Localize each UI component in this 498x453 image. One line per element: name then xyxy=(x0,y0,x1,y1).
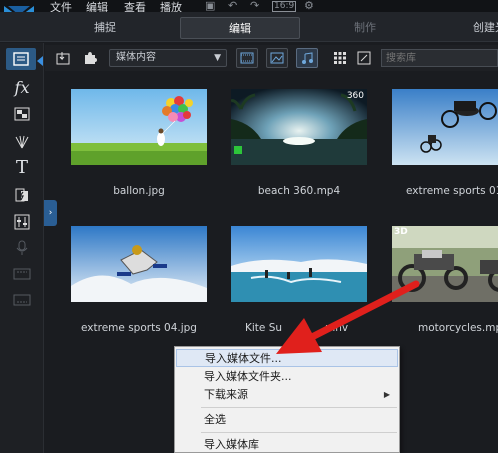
tab-produce[interactable]: 制作 xyxy=(325,17,405,39)
save-icon[interactable]: ▣ xyxy=(205,0,215,12)
library-context-menu: 导入媒体文件... 导入媒体文件夹... 下载来源 ▶ 全选 导入媒体库 xyxy=(174,346,400,453)
menu-bar: 文件 编辑 查看 播放 ▣ ↶ ↷ 16:9 ⚙ xyxy=(0,0,498,14)
pip-room-icon[interactable] xyxy=(8,103,36,125)
library-search-input[interactable] xyxy=(381,49,498,67)
submenu-arrow-icon: ▶ xyxy=(383,390,390,399)
particle-room-icon[interactable] xyxy=(8,131,36,153)
media-thumb-beach-360[interactable]: 360 xyxy=(231,89,367,165)
undo-icon[interactable]: ↶ xyxy=(228,0,237,12)
tab-capture[interactable]: 捕捉 xyxy=(60,17,150,39)
badge-360: 360 xyxy=(346,91,364,101)
media-label: motorcycles.mpo xyxy=(418,322,498,334)
chevron-down-icon: ▼ xyxy=(214,53,221,63)
menu-item-select-all[interactable]: 全选 xyxy=(176,411,398,429)
fx-room-icon[interactable]: fx xyxy=(8,76,36,98)
title-room-icon[interactable]: T xyxy=(8,156,36,178)
media-label: ballon.jpg xyxy=(113,185,165,197)
expand-panel-chevron-icon[interactable]: › xyxy=(44,200,57,226)
media-label: Kite Su xyxy=(245,322,283,334)
media-thumb-extreme-sports-01[interactable] xyxy=(392,89,498,165)
media-label: mnv xyxy=(325,322,349,334)
redo-icon[interactable]: ↷ xyxy=(250,0,259,12)
menu-separator xyxy=(201,407,397,408)
grid-view-icon[interactable] xyxy=(329,48,351,68)
menu-separator xyxy=(201,432,397,433)
aspect-ratio-button[interactable]: 16:9 xyxy=(272,1,297,12)
media-thumb-kite-surfing[interactable] xyxy=(231,226,367,302)
image-filter-button[interactable] xyxy=(266,48,288,68)
media-thumb-balloon[interactable] xyxy=(71,89,207,165)
media-thumb-extreme-sports-04[interactable] xyxy=(71,226,207,302)
subtitle-room-icon[interactable] xyxy=(8,289,36,311)
media-label: extreme sports 04.jpg xyxy=(81,322,197,334)
chapter-room-icon[interactable] xyxy=(8,263,36,285)
library-toolbar: 媒体内容 ▼ xyxy=(45,45,498,71)
media-thumb-motorcycles[interactable]: 3D xyxy=(392,226,498,302)
active-room-indicator xyxy=(37,56,43,66)
media-collection-dropdown[interactable]: 媒体内容 ▼ xyxy=(109,49,227,67)
audio-filter-button[interactable] xyxy=(296,48,318,68)
mode-tabs: 捕捉 编辑 制作 创建光 xyxy=(0,12,498,42)
menu-item-download-from-label: 下载来源 xyxy=(204,388,248,401)
menu-item-import-media-library[interactable]: 导入媒体库 xyxy=(176,436,398,453)
audio-mixing-room-icon[interactable] xyxy=(8,211,36,233)
media-collection-value: 媒体内容 xyxy=(116,52,156,63)
transition-room-icon[interactable] xyxy=(8,184,36,206)
room-rail: fx T xyxy=(0,43,44,453)
media-label: beach 360.mp4 xyxy=(257,185,341,197)
menu-item-import-media-folder[interactable]: 导入媒体文件夹... xyxy=(176,368,398,386)
plugin-puzzle-icon[interactable] xyxy=(79,48,101,68)
voice-over-microphone-icon[interactable] xyxy=(8,237,36,259)
settings-gear-icon[interactable]: ⚙ xyxy=(304,0,314,12)
media-room-icon[interactable] xyxy=(6,48,36,70)
video-filter-button[interactable] xyxy=(236,48,258,68)
tab-edit[interactable]: 编辑 xyxy=(180,17,300,39)
expand-view-icon[interactable] xyxy=(353,48,375,68)
import-media-icon[interactable] xyxy=(53,48,75,68)
menu-item-download-from[interactable]: 下载来源 ▶ xyxy=(176,386,398,404)
tab-create-disc[interactable]: 创建光 xyxy=(455,17,498,39)
menu-item-import-media-files[interactable]: 导入媒体文件... xyxy=(176,349,398,367)
badge-3d: 3D xyxy=(394,227,408,237)
media-label: extreme sports 01. xyxy=(406,185,498,197)
